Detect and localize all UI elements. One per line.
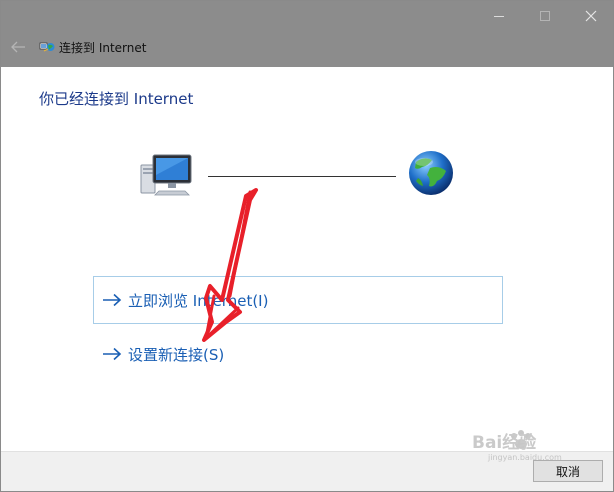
dialog-content: 你已经连接到 Internet 立即浏览 Internet(I) 设置新连接(S… [1,67,613,451]
window-title: 连接到 Internet [59,41,147,55]
connect-to-internet-window: 连接到 Internet 你已经连接到 Internet 立即浏览 Intern… [0,0,614,492]
computer-monitor-icon [140,154,192,196]
minimize-button[interactable] [476,1,522,31]
arrow-right-icon [103,293,122,307]
browse-internet-option[interactable]: 立即浏览 Internet(I) [93,276,503,324]
maximize-button[interactable] [522,1,568,31]
minimize-icon [494,15,504,17]
back-arrow-icon [11,41,25,53]
close-icon [585,10,597,22]
maximize-icon [540,11,550,21]
connected-heading: 你已经连接到 Internet [39,90,194,108]
cancel-button[interactable]: 取消 [533,460,603,482]
title-bar: 连接到 Internet [1,1,613,67]
browse-internet-label: 立即浏览 Internet(I) [128,291,269,310]
setup-new-connection-option[interactable]: 设置新连接(S) [93,330,503,378]
close-button[interactable] [568,1,613,31]
setup-new-connection-label: 设置新连接(S) [128,345,225,364]
arrow-right-icon [103,347,122,361]
dialog-footer [1,451,613,491]
globe-icon [409,151,453,195]
back-button[interactable] [9,39,27,55]
network-connection-icon [39,42,55,52]
connection-line [208,176,396,177]
